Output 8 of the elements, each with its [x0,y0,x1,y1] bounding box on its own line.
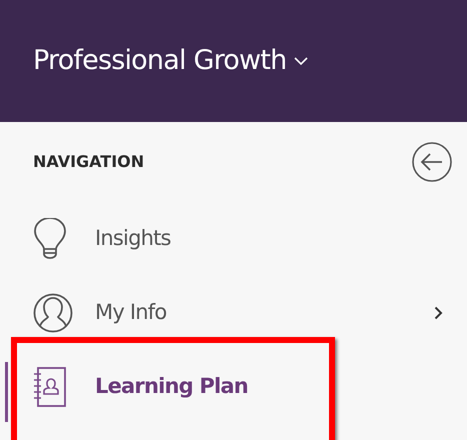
section-heading: NAVIGATION [33,151,144,173]
nav-item[interactable]: Learning Plan [33,366,248,408]
chevron-right-icon[interactable] [434,306,443,320]
section-menu-button[interactable]: Professional Growth [33,40,308,82]
nav-item[interactable]: My Info [33,293,166,333]
user-circle-icon [33,293,73,333]
nav-item[interactable]: Insights [33,218,171,260]
collapse-back-button[interactable] [411,141,453,183]
